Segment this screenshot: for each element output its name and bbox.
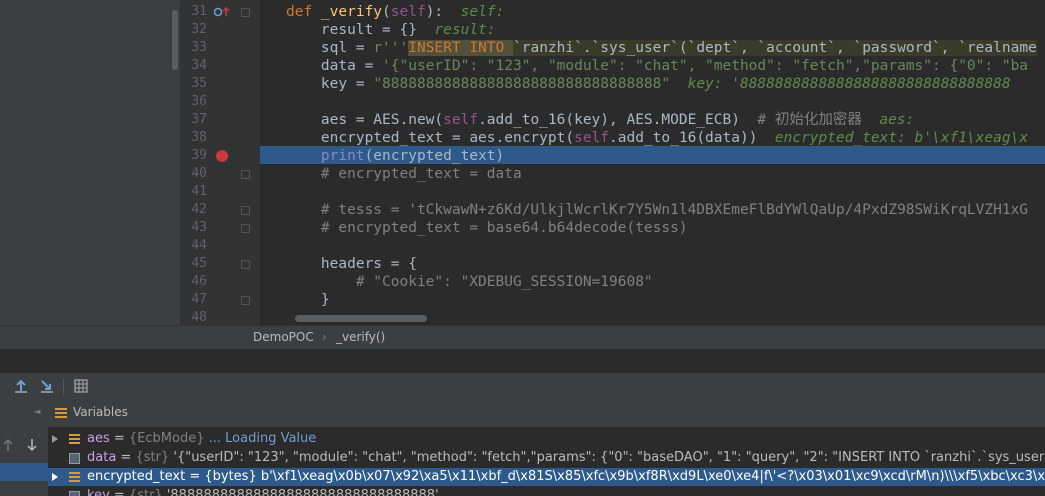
line-number: 38 xyxy=(191,130,207,145)
code-line-35: key = "88888888888888888888888888888888"… xyxy=(286,76,1011,92)
project-panel xyxy=(0,0,181,325)
line-number: 44 xyxy=(191,238,207,253)
variables-panel-header: ⇥ Variables xyxy=(0,399,1045,428)
expand-arrow-icon[interactable] xyxy=(52,473,58,481)
variable-row-aes[interactable]: aes = {EcbMode} ... Loading Value xyxy=(48,430,1045,448)
fold-marker-icon[interactable] xyxy=(241,260,250,269)
line-number: 35 xyxy=(191,76,207,91)
variable-row-key[interactable]: key = {str} '888888888888888888888888888… xyxy=(48,487,1045,496)
line-number: 37 xyxy=(191,112,207,127)
line-number: 43 xyxy=(191,220,207,235)
down-arrow-icon[interactable] xyxy=(26,438,38,452)
code-line-37: aes = AES.new(self.add_to_16(key), AES.M… xyxy=(286,112,915,128)
step-out-icon[interactable] xyxy=(14,379,28,393)
project-scrollbar[interactable] xyxy=(172,10,178,70)
line-number: 40 xyxy=(191,166,207,181)
code-line-32: result = {} result: xyxy=(286,22,496,38)
line-number: 45 xyxy=(191,256,207,271)
fold-marker-icon[interactable] xyxy=(241,224,250,233)
line-number: 31 xyxy=(191,4,207,19)
object-icon xyxy=(69,434,80,444)
line-number: 34 xyxy=(191,58,207,73)
variables-title[interactable]: Variables xyxy=(73,405,128,419)
code-line-38: encrypted_text = aes.encrypt(self.add_to… xyxy=(286,130,1029,146)
run-to-cursor-icon[interactable] xyxy=(40,379,54,393)
frames-rail xyxy=(0,427,49,496)
code-line-39: print(encrypted_text) xyxy=(320,148,505,164)
breadcrumb: DemoPOC › _verify() xyxy=(0,325,1045,350)
breakpoint-icon[interactable] xyxy=(215,149,229,163)
fold-marker-icon[interactable] xyxy=(241,8,250,17)
pin-tab-icon[interactable]: ⇥ xyxy=(34,405,41,418)
evaluate-expression-icon[interactable] xyxy=(74,379,88,393)
override-icon[interactable] xyxy=(214,6,236,18)
up-arrow-icon[interactable] xyxy=(2,438,14,452)
breadcrumb-item-method[interactable]: _verify() xyxy=(336,330,385,344)
line-number: 42 xyxy=(191,202,207,217)
line-number: 39 xyxy=(191,148,207,163)
string-icon xyxy=(69,491,80,496)
line-number: 36 xyxy=(191,94,207,109)
code-line-33: sql = r'''INSERT INTO `ranzhi`.`sys_user… xyxy=(286,40,1037,56)
object-icon xyxy=(69,472,80,482)
breadcrumb-item-class[interactable]: DemoPOC xyxy=(253,330,314,344)
code-line-31: def _verify(self): self: xyxy=(286,4,505,20)
debug-toolbar xyxy=(0,372,1045,400)
variable-row-data[interactable]: data = {str} '{"userID": "123", "module"… xyxy=(48,449,1045,467)
editor-gap xyxy=(0,349,1045,372)
toolbar-divider xyxy=(63,378,64,394)
code-line-45: headers = { xyxy=(286,256,417,272)
line-number: 41 xyxy=(191,184,207,199)
expand-arrow-icon[interactable] xyxy=(52,435,58,443)
fold-marker-icon[interactable] xyxy=(241,170,250,179)
code-line-42: # tesss = 'tCkwawN+z6Kd/UlkjlWcrlKr7Y5Wn… xyxy=(286,202,1029,218)
selected-frame[interactable] xyxy=(0,463,48,481)
code-line-34: data = '{"userID": "123", "module": "cha… xyxy=(286,58,1029,74)
variables-icon xyxy=(55,408,67,418)
editor-horizontal-scrollbar[interactable] xyxy=(295,315,427,322)
breadcrumb-separator: › xyxy=(322,330,327,344)
line-number: 46 xyxy=(191,274,207,289)
line-number: 47 xyxy=(191,292,207,307)
code-line-40: # encrypted_text = data xyxy=(286,166,522,182)
string-icon xyxy=(69,453,80,464)
editor-gutter: 31 32 33 34 35 36 37 38 39 40 41 42 43 4… xyxy=(180,0,260,325)
fold-marker-icon[interactable] xyxy=(241,206,250,215)
fold-marker-icon[interactable] xyxy=(241,296,250,305)
line-number: 33 xyxy=(191,40,207,55)
code-editor[interactable]: def _verify(self): self: result = {} res… xyxy=(260,0,1045,325)
variable-row-encrypted-text[interactable]: encrypted_text = {bytes} b'\xf1\xeag\x0b… xyxy=(48,468,1045,486)
code-line-43: # encrypted_text = base64.b64decode(tess… xyxy=(286,220,688,236)
code-line-47: } xyxy=(286,292,330,308)
variables-list: aes = {EcbMode} ... Loading Value data =… xyxy=(48,427,1045,496)
line-number: 32 xyxy=(191,22,207,37)
code-line-46: # "Cookie": "XDEBUG_SESSION=19608" xyxy=(355,274,653,290)
